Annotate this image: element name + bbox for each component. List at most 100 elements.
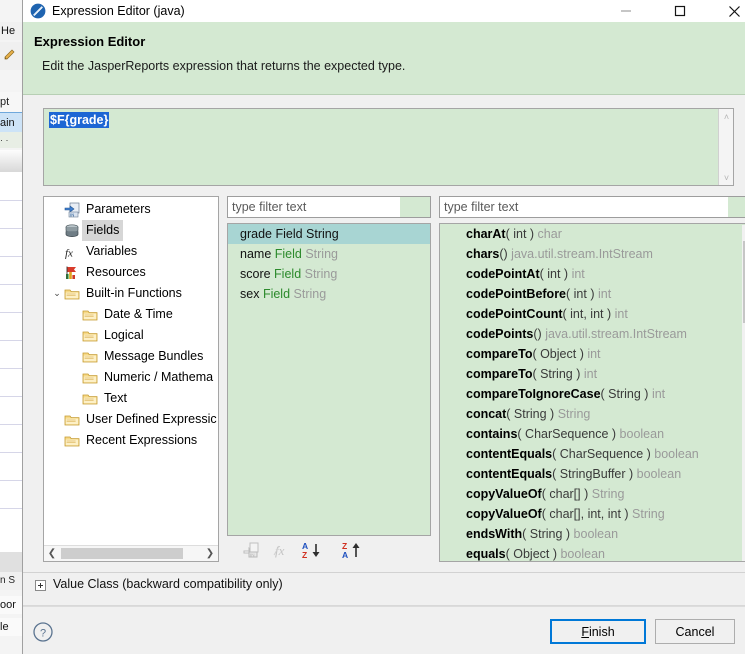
background-lower-tab-fragment[interactable]: n S	[0, 572, 22, 590]
method-list-item[interactable]: copyValueOf( char[] ) String	[440, 484, 745, 504]
close-button[interactable]	[711, 0, 745, 22]
folder-icon	[82, 394, 98, 404]
tree-item-parameters[interactable]: IN Parameters	[44, 199, 218, 220]
method-params: ( char[] )	[541, 487, 592, 501]
method-list-item[interactable]: contains( CharSequence ) boolean	[440, 424, 745, 444]
category-tree-panel[interactable]: IN Parameters Fields fx Variables Resources ⌄ B…	[43, 196, 219, 562]
background-ruler-fragment: · ·	[0, 132, 22, 148]
fields-list[interactable]: grade Field String name Field String score…	[227, 223, 431, 536]
fields-filter-accent	[400, 197, 430, 217]
scroll-right-icon[interactable]: ❯	[202, 546, 218, 561]
tree-item-variables[interactable]: fx Variables	[44, 241, 218, 262]
tree-horizontal-scrollbar[interactable]: ❮ ❯	[44, 545, 218, 561]
tree-item-date-time[interactable]: Date & Time	[44, 304, 218, 325]
insert-function-fx-icon[interactable]: fx	[272, 540, 292, 560]
background-low-line-1: oor	[0, 596, 22, 614]
background-tab-fragment[interactable]: pt	[0, 92, 22, 112]
method-list-item[interactable]: codePointCount( int, int ) int	[440, 304, 745, 324]
expression-text-area[interactable]: $F{grade} ˄ ˅	[43, 108, 734, 186]
minimize-button[interactable]	[603, 0, 649, 22]
tree-item-text[interactable]: Text	[44, 388, 218, 409]
method-params: ( CharSequence )	[552, 447, 655, 461]
svg-text:IN: IN	[250, 552, 255, 557]
methods-list[interactable]: charAt( int ) char chars() java.util.stre…	[439, 223, 745, 562]
method-list-item[interactable]: contentEquals( CharSequence ) boolean	[440, 444, 745, 464]
tree-item-user-defined-expressic[interactable]: User Defined Expressic	[44, 409, 218, 430]
method-name: contentEquals	[466, 447, 553, 461]
background-ide-window[interactable]: He pt ain · · n S oor le	[0, 0, 22, 654]
method-params: ()	[533, 327, 546, 341]
method-name: equals	[466, 547, 506, 561]
background-report-canvas[interactable]	[0, 172, 22, 552]
insert-parameter-icon[interactable]: IN	[241, 540, 261, 560]
method-list-item[interactable]: concat( String ) String	[440, 404, 745, 424]
method-params: ( int )	[505, 227, 538, 241]
field-name: score	[240, 267, 275, 281]
tree-item-message-bundles[interactable]: Message Bundles	[44, 346, 218, 367]
field-list-item[interactable]: name Field String	[228, 244, 430, 264]
scroll-left-icon[interactable]: ❮	[44, 546, 60, 561]
methods-panel: type filter text charAt( int ) char chars…	[439, 196, 745, 562]
background-toolbar[interactable]	[0, 42, 22, 70]
finish-button[interactable]: Finish	[550, 619, 646, 644]
field-list-item[interactable]: grade Field String	[228, 224, 430, 244]
background-low-line-2: le	[0, 618, 22, 636]
background-menu-fragment[interactable]: He	[0, 22, 22, 40]
tree-item-numeric-mathema[interactable]: Numeric / Mathema	[44, 367, 218, 388]
tree-item-label: Parameters	[86, 202, 151, 216]
field-list-item[interactable]: score Field String	[228, 264, 430, 284]
method-list-item[interactable]: equals( Object ) boolean	[440, 544, 745, 561]
method-list-item[interactable]: contentEquals( StringBuffer ) boolean	[440, 464, 745, 484]
scroll-down-icon[interactable]: ˅	[719, 170, 734, 185]
method-list-item[interactable]: chars() java.util.stream.IntStream	[440, 244, 745, 264]
scroll-up-icon[interactable]: ˄	[719, 109, 734, 124]
method-return-type: int	[583, 367, 598, 381]
cancel-button[interactable]: Cancel	[655, 619, 735, 644]
finish-button-label: Finish	[581, 625, 614, 639]
method-params: ( int, int )	[562, 307, 615, 321]
maximize-button[interactable]	[657, 0, 703, 22]
chevron-down-icon[interactable]: ⌄	[50, 283, 64, 304]
scroll-thumb[interactable]	[61, 548, 183, 559]
method-list-item[interactable]: compareTo( String ) int	[440, 364, 745, 384]
dialog-titlebar[interactable]: Expression Editor (java)	[23, 0, 745, 22]
tree-item-built-in-functions[interactable]: ⌄ Built-in Functions	[44, 283, 218, 304]
method-list-item[interactable]: compareToIgnoreCase( String ) int	[440, 384, 745, 404]
method-list-item[interactable]: compareTo( Object ) int	[440, 344, 745, 364]
tree-item-fields[interactable]: Fields	[44, 220, 218, 241]
expression-value[interactable]: $F{grade}	[49, 112, 110, 128]
sort-ascending-az-icon[interactable]: A Z	[301, 540, 333, 560]
category-tree: IN Parameters Fields fx Variables Resources ⌄ B…	[44, 199, 218, 451]
tree-item-icon-wrap	[64, 286, 82, 302]
sort-descending-za-icon[interactable]: Z A	[341, 540, 373, 560]
expand-plus-icon[interactable]	[35, 580, 46, 591]
tree-item-label: Resources	[86, 265, 146, 279]
method-name: compareTo	[466, 367, 533, 381]
method-list-item[interactable]: codePoints() java.util.stream.IntStream	[440, 324, 745, 344]
background-tab-selected-fragment[interactable]: ain	[0, 112, 22, 133]
method-name: codePointBefore	[466, 287, 567, 301]
method-list-item[interactable]: codePointBefore( int ) int	[440, 284, 745, 304]
fields-sort-toolbar[interactable]: IN fx A Z Z A	[231, 540, 431, 562]
maximize-icon	[674, 5, 686, 17]
fields-filter-input[interactable]: type filter text	[227, 196, 431, 218]
field-list-item[interactable]: sex Field String	[228, 284, 430, 304]
methods-filter-input[interactable]: type filter text	[439, 196, 745, 218]
tree-item-resources[interactable]: Resources	[44, 262, 218, 283]
value-class-section[interactable]: Value Class (backward compatibility only…	[23, 572, 745, 599]
expression-vertical-scrollbar[interactable]: ˄ ˅	[718, 109, 733, 185]
method-list-item[interactable]: copyValueOf( char[], int, int ) String	[440, 504, 745, 524]
tree-item-icon-wrap: fx	[64, 244, 82, 260]
field-type: String	[304, 267, 338, 281]
tree-item-label: Text	[104, 391, 127, 405]
method-list-item[interactable]: codePointAt( int ) int	[440, 264, 745, 284]
tree-item-logical[interactable]: Logical	[44, 325, 218, 346]
method-list-item[interactable]: endsWith( String ) boolean	[440, 524, 745, 544]
tree-item-label: Message Bundles	[104, 349, 204, 363]
help-button[interactable]: ?	[32, 621, 54, 643]
method-params: ( Object )	[532, 347, 588, 361]
tree-item-recent-expressions[interactable]: Recent Expressions	[44, 430, 218, 451]
variables-fx-icon: fx	[65, 247, 73, 259]
dialog-banner: Expression Editor Edit the JasperReports…	[23, 22, 745, 95]
method-list-item[interactable]: charAt( int ) char	[440, 224, 745, 244]
